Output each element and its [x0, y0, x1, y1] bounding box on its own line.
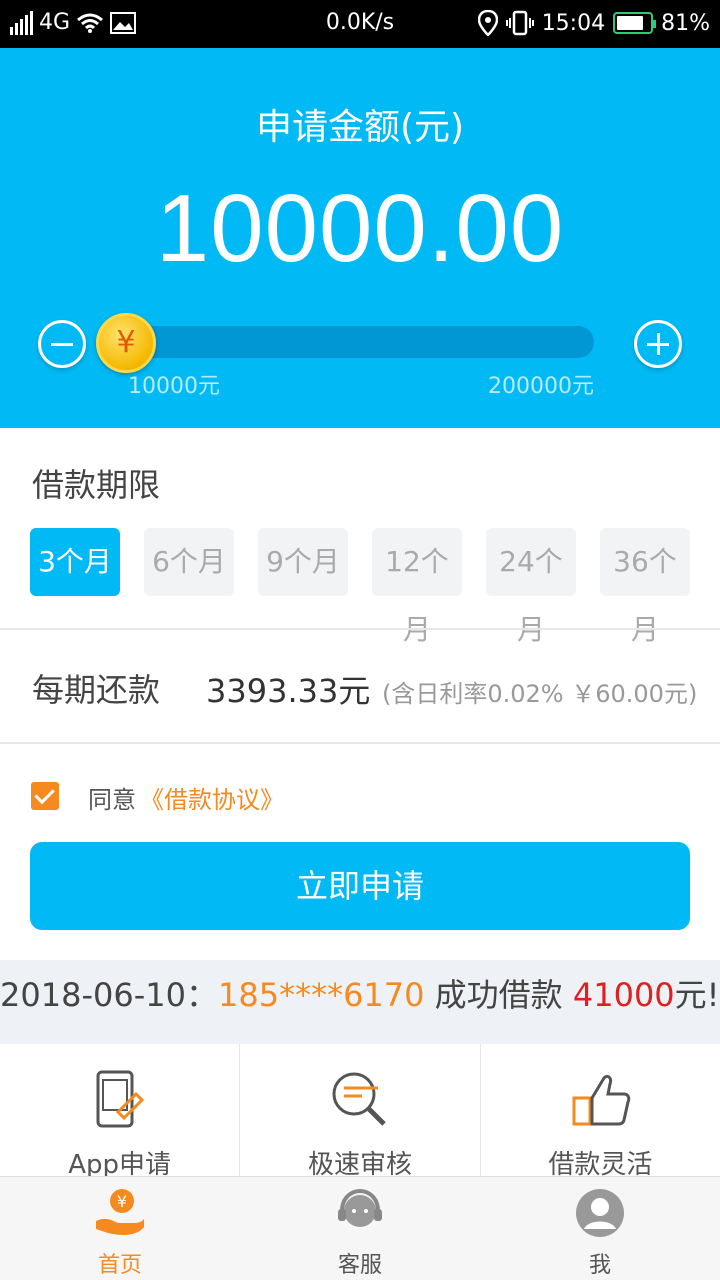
term-option[interactable]: 9个月: [258, 528, 348, 596]
home-yuan-icon: ¥: [96, 1189, 144, 1235]
term-option[interactable]: 36个月: [600, 528, 690, 646]
status-bar: 4G 0.0K/s 15:04 81%: [0, 0, 720, 48]
tab-label: 首页: [97, 1253, 142, 1278]
amount-label: 申请金额(元): [255, 107, 465, 148]
term-option[interactable]: 24个月: [486, 528, 576, 646]
decrease-button[interactable]: [38, 320, 86, 368]
ticker-suffix: 元!: [674, 976, 720, 1014]
apply-now-button[interactable]: 立即申请: [30, 842, 690, 930]
term-option[interactable]: 6个月: [144, 528, 234, 596]
battery-icon: [613, 12, 657, 34]
ticker-date: 2018-06-10：: [0, 976, 218, 1014]
repayment-note: (含日利率0.02% ￥60.00元): [382, 680, 698, 708]
ticker-text: 成功借款: [424, 976, 573, 1014]
term-option[interactable]: 3个月: [30, 528, 120, 596]
amount-panel: 申请金额(元) 10000.00 ¥ 10000元 200000元: [0, 48, 720, 428]
repayment-value: 3393.33元: [206, 672, 371, 710]
ticker-line: 2018-06-10：185****6170 成功借款 41000元!: [0, 970, 720, 1016]
ticker-phone: 185****6170: [217, 976, 425, 1014]
magnifier-icon: [332, 1072, 386, 1126]
user-profile-icon: [576, 1189, 624, 1237]
thumbs-up-icon: [572, 1074, 631, 1126]
feature-app-apply: App申请: [0, 1044, 239, 1180]
loan-agreement-link[interactable]: 《借款协议》: [140, 780, 284, 815]
divider: [0, 742, 720, 744]
feature-fast-review: 极速审核: [239, 1044, 479, 1180]
term-title: 借款期限: [32, 466, 161, 504]
tab-me[interactable]: 我: [480, 1177, 720, 1280]
ticker-amount: 41000: [572, 976, 675, 1014]
svg-text:¥: ¥: [117, 1192, 127, 1211]
increase-button[interactable]: [634, 320, 682, 368]
clock: 15:04: [541, 10, 606, 36]
term-option[interactable]: 12个月: [372, 528, 462, 646]
slider-handle-yuan-coin[interactable]: ¥: [96, 313, 156, 373]
tab-label: 我: [588, 1253, 611, 1278]
tab-home[interactable]: ¥ 首页: [0, 1177, 240, 1280]
location-icon: [477, 10, 498, 36]
bottom-tab-bar: ¥ 首页 客服 我: [0, 1176, 720, 1280]
divider: [0, 628, 720, 630]
battery-percent: 81%: [661, 10, 710, 36]
repayment-label: 每期还款: [32, 671, 161, 709]
feature-strip: App申请 极速审核 借款灵活: [0, 1044, 720, 1180]
agreement-checkbox[interactable]: [31, 782, 59, 810]
customer-service-icon: [338, 1188, 382, 1227]
tab-customer-service[interactable]: 客服: [240, 1177, 480, 1280]
phone-apply-icon: [96, 1070, 144, 1128]
range-max-label: 200000元: [488, 374, 594, 399]
vibrate-icon: [505, 10, 534, 36]
amount-value: 10000.00: [155, 175, 565, 282]
agreement-text: 同意: [88, 786, 136, 814]
range-min-label: 10000元: [128, 374, 220, 399]
tab-label: 客服: [337, 1253, 382, 1278]
term-options: 3个月 6个月 9个月 12个月 24个月 36个月: [30, 528, 690, 646]
loan-ticker: 2018-06-10：185****6170 成功借款 41000元!: [0, 960, 720, 1044]
amount-slider[interactable]: [106, 326, 594, 358]
feature-flexible-loan: 借款灵活: [479, 1044, 720, 1180]
